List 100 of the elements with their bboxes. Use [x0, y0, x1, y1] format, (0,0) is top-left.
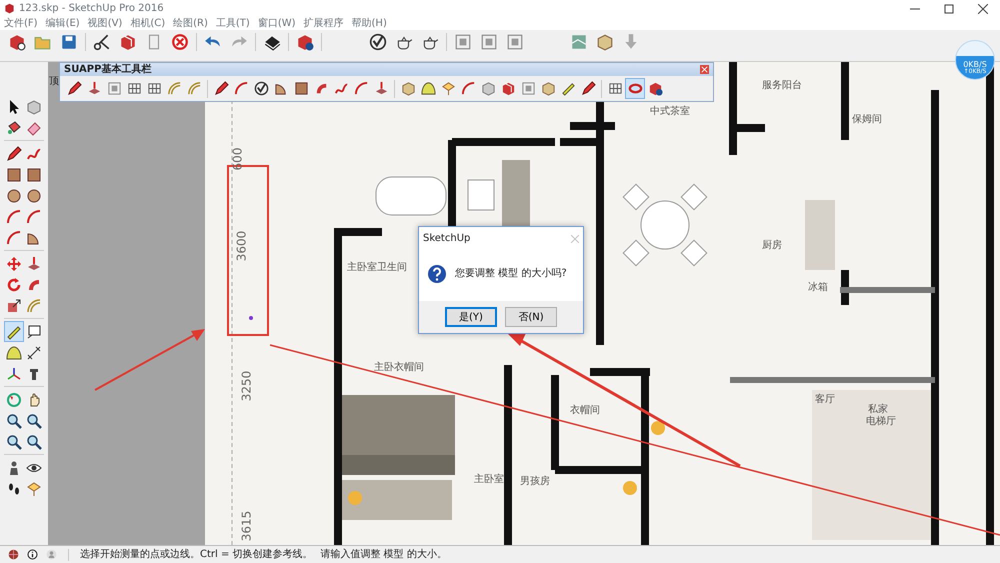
extrude-icon: [26, 256, 42, 272]
counter-block: [805, 200, 835, 270]
room-label: 主卧衣帽间: [374, 360, 424, 375]
dimension-text: 3250: [238, 370, 254, 402]
check-circle-icon[interactable]: [369, 33, 387, 51]
box-icon[interactable]: [596, 33, 614, 51]
zoom-icon: [6, 434, 22, 450]
chair-symbol: [468, 180, 494, 210]
frame-icon[interactable]: [480, 33, 498, 51]
arc-icon: [354, 81, 368, 96]
dialog-title: SketchUp: [423, 232, 470, 246]
frame-icon[interactable]: [506, 33, 524, 51]
room-label: 主卧室: [474, 472, 504, 487]
pencil-icon: [214, 81, 228, 96]
tape-measure-icon: [6, 324, 22, 340]
close-icon[interactable]: [978, 4, 988, 14]
menu-item[interactable]: 工具(T): [216, 17, 250, 30]
protractor-icon: [420, 81, 436, 96]
room-label: 主卧室卫生间: [347, 260, 407, 275]
square-icon: [26, 166, 42, 182]
dialog-button[interactable]: 是(Y): [445, 307, 497, 327]
resize-icon: [6, 298, 22, 314]
zoom-icon: [26, 434, 42, 450]
offset-arcs-icon: [166, 81, 182, 96]
app-logo-icon: [4, 3, 15, 14]
menu-item[interactable]: 相机(C): [130, 17, 166, 30]
extrude-icon: [86, 81, 102, 96]
dialog-button[interactable]: 否(N): [505, 307, 557, 327]
pencil-icon: [66, 81, 82, 96]
zoom-icon: [6, 412, 22, 428]
stacked-cubes-icon: [500, 81, 516, 96]
zoom-icon: [26, 412, 42, 428]
lamp-symbol: [651, 421, 665, 435]
scene-tab[interactable]: 顶: [49, 74, 59, 89]
menu-item[interactable]: 窗口(W): [258, 17, 296, 30]
menu-item[interactable]: 扩展程序: [304, 17, 344, 30]
room-label: 服务阳台: [762, 78, 802, 93]
menu-item[interactable]: 视图(V): [88, 17, 122, 30]
room-label: 中式茶室: [650, 104, 690, 119]
room-label: 男孩房: [520, 474, 550, 489]
menu-item[interactable]: 绘图(R): [173, 17, 208, 30]
toolbar-title: SUAPP基本工具栏: [64, 63, 152, 76]
room-label: 电梯厅: [866, 414, 896, 429]
text-label-icon: [26, 324, 42, 340]
lamp-symbol: [348, 491, 362, 505]
save-icon[interactable]: [60, 33, 78, 51]
eraser-icon: [26, 120, 42, 136]
section-plane-icon: [26, 480, 42, 496]
question-icon: [427, 264, 447, 284]
frame-icon: [106, 81, 122, 96]
pencil-icon: [580, 81, 596, 96]
cancel-icon[interactable]: [171, 33, 189, 51]
lamp-symbol: [623, 481, 637, 495]
frame-icon[interactable]: [454, 33, 472, 51]
dialog-message: 您要调整 模型 的大小吗?: [455, 266, 567, 281]
grid-icon: [146, 81, 162, 96]
map-tile-icon[interactable]: [570, 33, 588, 51]
arc-icon: [6, 208, 22, 224]
cube-plus-icon[interactable]: [8, 33, 26, 51]
check-circle-icon: [254, 81, 268, 96]
menu-item[interactable]: 帮助(H): [352, 17, 387, 30]
window-title: 123.skp - SketchUp Pro 2016: [19, 2, 164, 16]
room-label: 厨房: [762, 238, 782, 253]
cube-icon: [26, 98, 42, 114]
room-label: 衣帽间: [570, 404, 600, 418]
ring-icon: [628, 81, 642, 96]
cube-info-icon[interactable]: [296, 33, 314, 51]
offset-arcs-icon: [26, 298, 42, 314]
room-label: 冰箱: [808, 280, 828, 295]
menu-item[interactable]: 文件(F): [4, 17, 38, 30]
maximize-icon[interactable]: [944, 4, 954, 14]
square-icon: [294, 81, 308, 96]
rotate-icon: [6, 276, 22, 292]
offset-arcs-icon: [186, 81, 202, 96]
globe-icon[interactable]: [8, 549, 19, 560]
frame-icon: [520, 81, 536, 96]
arc-icon: [234, 81, 248, 96]
axes-icon: [6, 366, 22, 382]
room-label: 保姆间: [852, 113, 882, 127]
protractor-icon: [6, 344, 22, 360]
menu-item[interactable]: 编辑(E): [46, 17, 80, 30]
room-label: 客厅: [815, 392, 835, 407]
arc-icon: [26, 208, 42, 224]
move-arrows-icon: [6, 256, 22, 272]
stacked-cubes-icon[interactable]: [119, 33, 137, 51]
speed-text: 0KB/S: [963, 61, 987, 69]
footprints-icon: [6, 480, 22, 496]
pencil-icon: [6, 146, 22, 162]
status-hint: 选择开始测量的点或边线。Ctrl = 切换创建参考线。: [80, 548, 313, 562]
scissors-icon[interactable]: [93, 33, 111, 51]
status-prompt: 请输入值调整 模型 的大小。: [320, 548, 447, 562]
info-icon[interactable]: [27, 549, 38, 560]
circle-icon: [6, 188, 22, 204]
dimension-icon: [26, 344, 42, 360]
bathtub-symbol: [376, 176, 446, 216]
dimension-text: 3600: [233, 230, 250, 262]
box-icon: [400, 81, 416, 96]
dimension-text: 3615: [238, 510, 254, 542]
tape-measure-icon: [560, 81, 576, 96]
orbit-icon: [6, 392, 22, 408]
